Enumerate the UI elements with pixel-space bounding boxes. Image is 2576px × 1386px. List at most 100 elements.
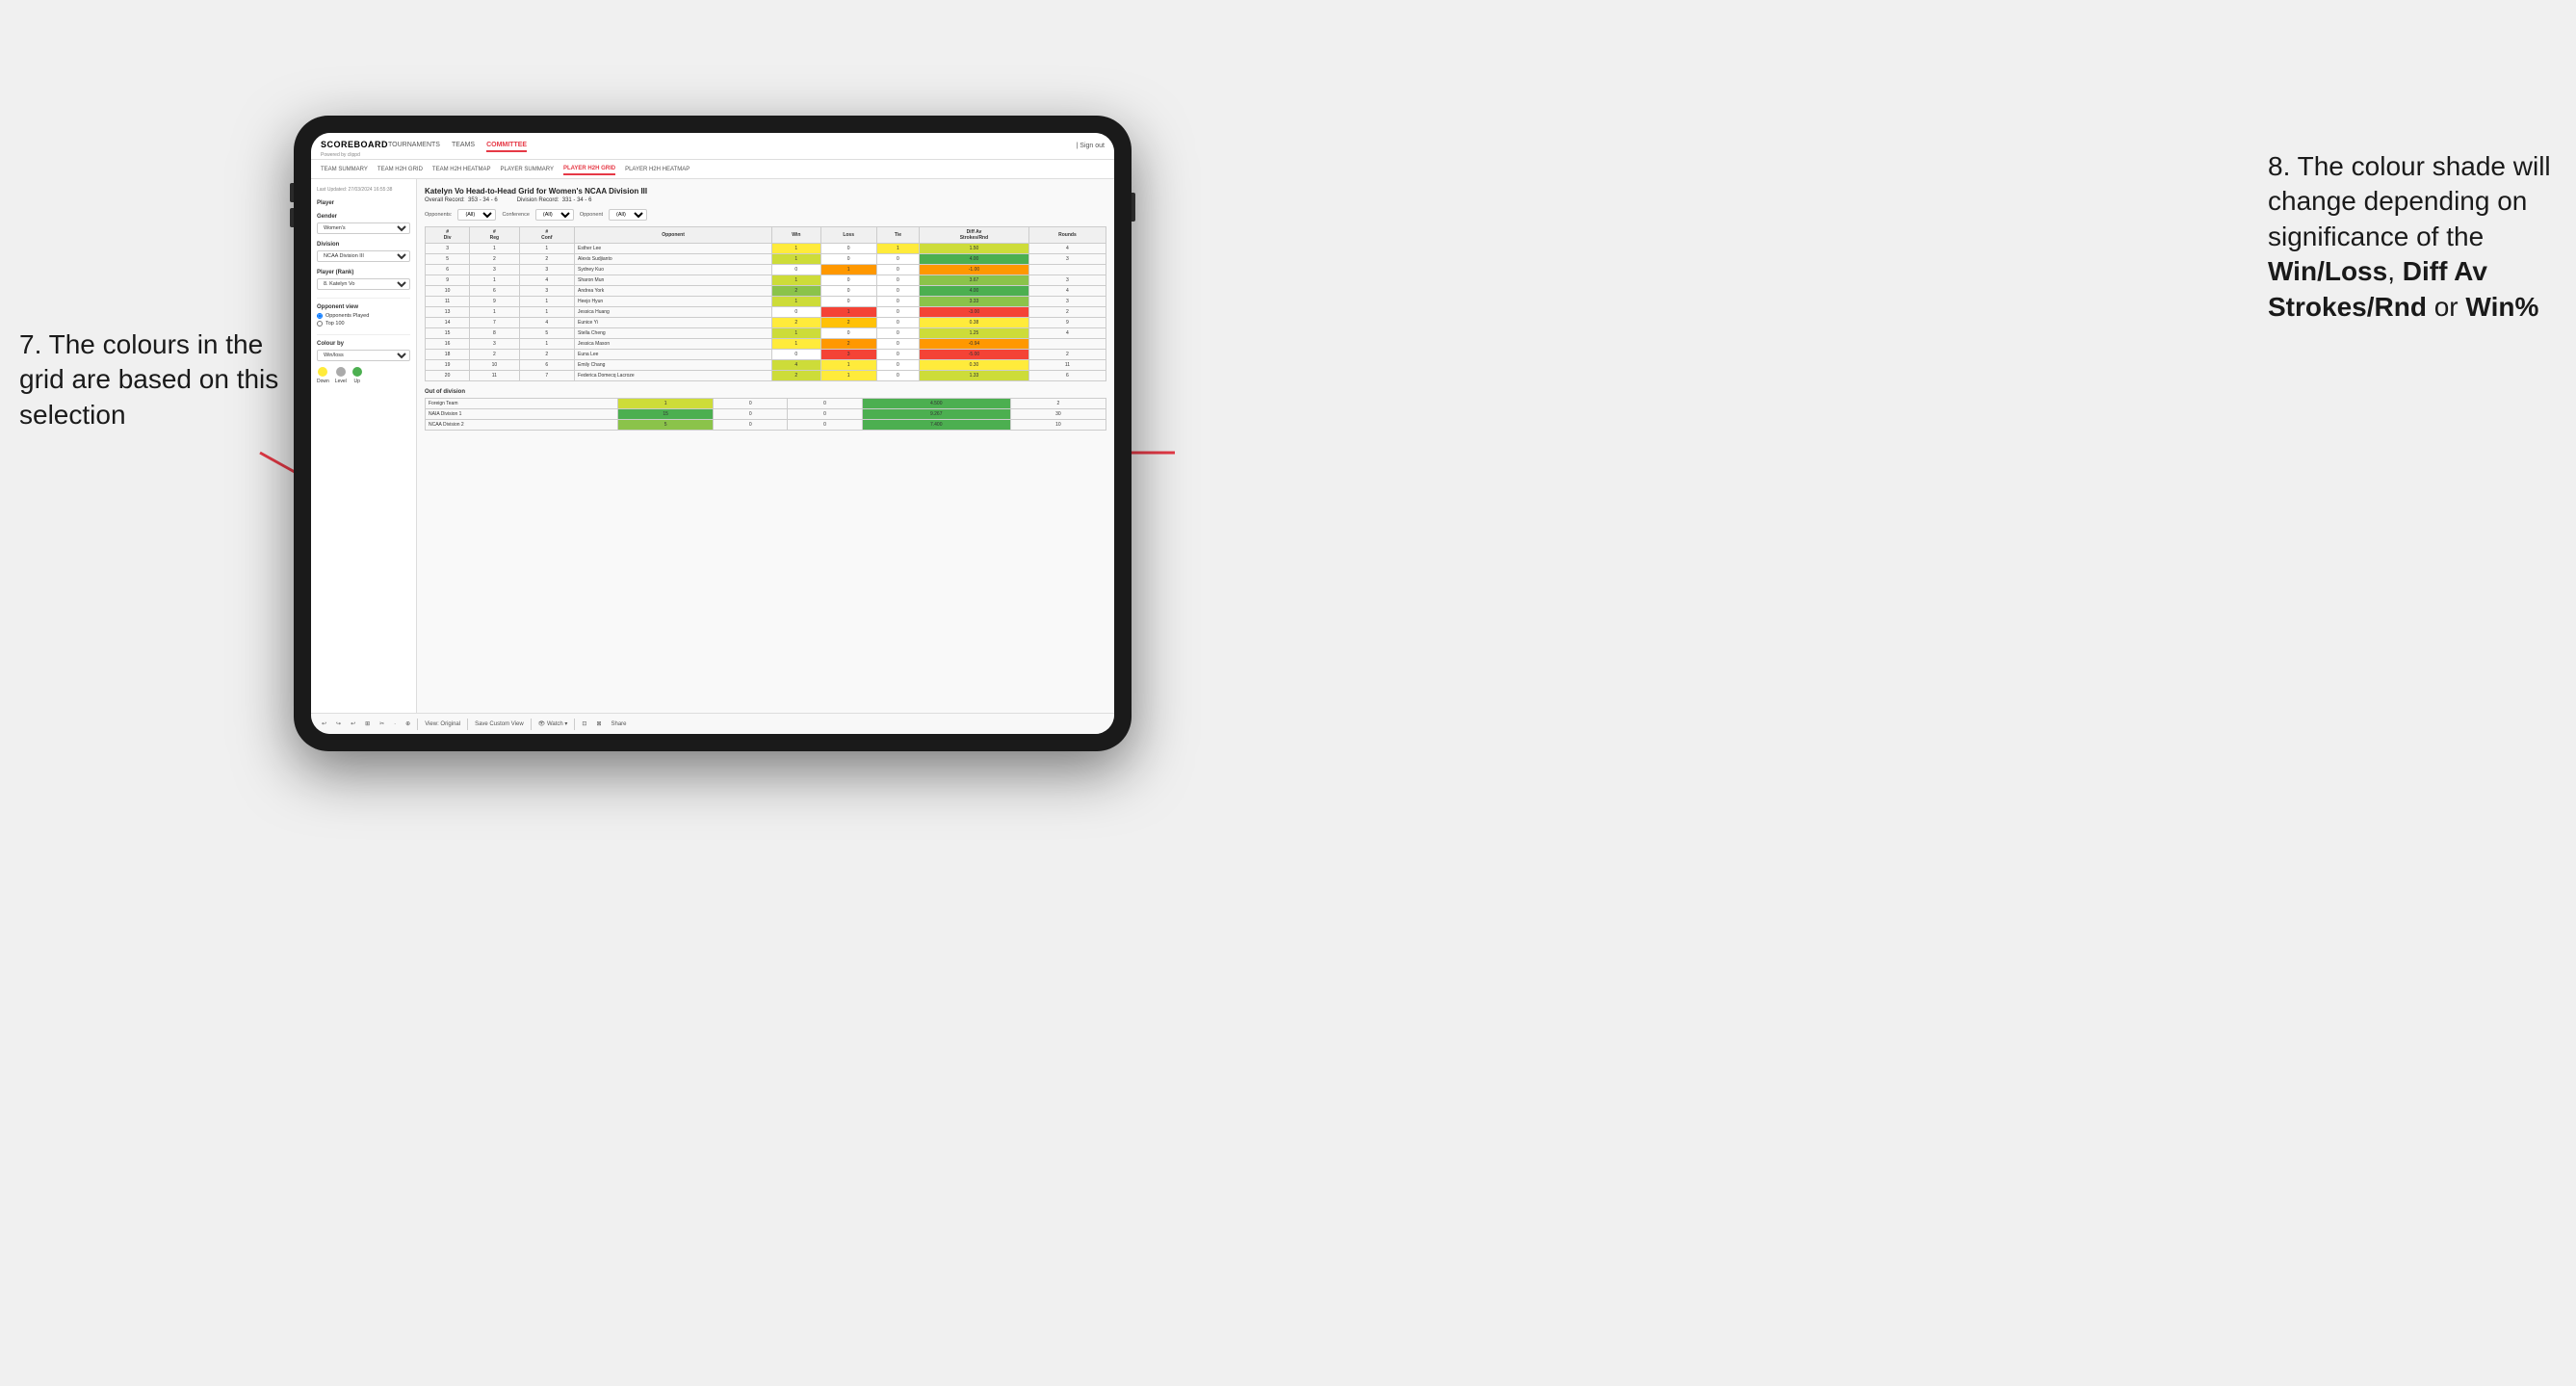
grid-area: Katelyn Vo Head-to-Head Grid for Women's… — [417, 179, 1114, 713]
toolbar-clock[interactable]: ⊕ — [403, 719, 413, 728]
cell-conf: 2 — [519, 350, 574, 360]
sidebar-colour-select[interactable]: Win/loss — [317, 350, 410, 361]
ood-table-row: Foreign Team 1 0 0 4.500 2 — [426, 399, 1106, 409]
cell-loss: 0 — [820, 254, 876, 265]
filter-opponents-select[interactable]: (All) — [457, 209, 496, 221]
volume-up-button[interactable] — [290, 183, 294, 202]
sidebar-player-rank-select[interactable]: 8. Katelyn Vo — [317, 278, 410, 290]
cell-win: 1 — [772, 244, 820, 254]
sub-nav: TEAM SUMMARY TEAM H2H GRID TEAM H2H HEAT… — [311, 160, 1114, 179]
cell-loss: 1 — [820, 265, 876, 275]
filter-conference-select[interactable]: (All) — [535, 209, 574, 221]
cell-name: Heejo Hyun — [575, 297, 772, 307]
toolbar-icon1[interactable]: ⊡ — [579, 719, 589, 728]
cell-loss: 0 — [820, 328, 876, 339]
toolbar-redo1[interactable]: ↪ — [333, 719, 344, 728]
radio-opponents-played[interactable] — [317, 313, 323, 319]
cell-loss: 1 — [820, 371, 876, 381]
cell-loss: 0 — [820, 275, 876, 286]
tab-player-h2h-heatmap[interactable]: PLAYER H2H HEATMAP — [625, 165, 690, 174]
tab-team-h2h-grid[interactable]: TEAM H2H GRID — [377, 165, 423, 174]
nav-tournaments[interactable]: TOURNAMENTS — [388, 140, 440, 152]
ood-cell-win: 15 — [618, 409, 714, 420]
toolbar-redo2[interactable]: ↩ — [348, 719, 358, 728]
toolbar-view-original[interactable]: View: Original — [422, 720, 463, 728]
nav-sign-out[interactable]: | Sign out — [1077, 143, 1105, 149]
toolbar-share[interactable]: Share — [608, 720, 629, 728]
sidebar-radio-played[interactable]: Opponents Played — [317, 313, 410, 319]
bottom-toolbar: ↩ ↪ ↩ ⊞ ✂ · ⊕ View: Original Save Custom… — [311, 713, 1114, 734]
toolbar-grid[interactable]: ⊞ — [362, 719, 373, 728]
colour-label-up: Up — [354, 379, 360, 384]
table-row: 20 11 7 Federica Domecq Lacroze 2 1 0 1.… — [426, 371, 1106, 381]
ood-cell-diff: 7.400 — [862, 420, 1010, 431]
cell-conf: 1 — [519, 244, 574, 254]
cell-reg: 11 — [470, 371, 519, 381]
tab-team-summary[interactable]: TEAM SUMMARY — [321, 165, 368, 174]
cell-tie: 1 — [876, 244, 919, 254]
cell-tie: 0 — [876, 265, 919, 275]
tab-team-h2h-heatmap[interactable]: TEAM H2H HEATMAP — [432, 165, 491, 174]
sidebar-radio-top100[interactable]: Top 100 — [317, 321, 410, 327]
nav-committee[interactable]: COMMITTEE — [486, 140, 527, 152]
radio-top100[interactable] — [317, 321, 323, 327]
cell-conf: 3 — [519, 265, 574, 275]
cell-conf: 3 — [519, 286, 574, 297]
table-row: 18 2 2 Euna Lee 0 3 0 -5.00 2 — [426, 350, 1106, 360]
sidebar-gender-select[interactable]: Women's — [317, 222, 410, 234]
cell-loss: 1 — [820, 307, 876, 318]
tab-player-h2h-grid[interactable]: PLAYER H2H GRID — [563, 164, 615, 175]
sidebar-division-label: Division — [317, 242, 410, 248]
toolbar-watch[interactable]: 👁 Watch ▾ — [535, 719, 571, 728]
cell-tie: 0 — [876, 297, 919, 307]
power-button[interactable] — [1132, 193, 1135, 222]
ood-cell-rounds: 30 — [1010, 409, 1106, 420]
ood-cell-name: NAIA Division 1 — [426, 409, 618, 420]
cell-diff: -3.00 — [920, 307, 1029, 318]
toolbar-save-custom-view[interactable]: Save Custom View — [472, 720, 527, 728]
tab-player-summary[interactable]: PLAYER SUMMARY — [500, 165, 553, 174]
out-of-division-header: Out of division — [425, 389, 1106, 395]
filter-row: Opponents: (All) Conference (All) Oppone… — [425, 209, 1106, 221]
cell-conf: 6 — [519, 360, 574, 371]
ood-cell-win: 5 — [618, 420, 714, 431]
filter-opponents-label: Opponents: — [425, 212, 452, 218]
sidebar-player-rank-label: Player (Rank) — [317, 270, 410, 275]
cell-tie: 0 — [876, 286, 919, 297]
tablet-screen: SCOREBOARD Powered by clippd TOURNAMENTS… — [311, 133, 1114, 734]
cell-reg: 1 — [470, 244, 519, 254]
table-row: 14 7 4 Eunice Yi 2 2 0 0.38 9 — [426, 318, 1106, 328]
annotation-left: 7. The colours in the grid are based on … — [19, 327, 289, 432]
cell-conf: 1 — [519, 339, 574, 350]
cell-conf: 1 — [519, 307, 574, 318]
cell-win: 2 — [772, 371, 820, 381]
toolbar-undo[interactable]: ↩ — [319, 719, 329, 728]
cell-name: Sydney Kuo — [575, 265, 772, 275]
overall-record: Overall Record: 353 - 34 - 6 — [425, 197, 498, 203]
col-diff: Diff AvStrokes/Rnd — [920, 227, 1029, 244]
toolbar-dot[interactable]: · — [391, 720, 399, 728]
sidebar-division-select[interactable]: NCAA Division III — [317, 250, 410, 262]
toolbar-cut[interactable]: ✂ — [377, 719, 387, 728]
ood-cell-loss: 0 — [714, 399, 788, 409]
ood-cell-win: 1 — [618, 399, 714, 409]
cell-diff: 4.00 — [920, 254, 1029, 265]
nav-teams[interactable]: TEAMS — [452, 140, 475, 152]
cell-div: 5 — [426, 254, 470, 265]
sidebar-gender-section: Gender Women's — [317, 214, 410, 234]
cell-diff: 3.67 — [920, 275, 1029, 286]
cell-win: 0 — [772, 307, 820, 318]
filter-opponent-select[interactable]: (All) — [609, 209, 647, 221]
cell-reg: 9 — [470, 297, 519, 307]
cell-loss: 0 — [820, 244, 876, 254]
cell-conf: 7 — [519, 371, 574, 381]
cell-tie: 0 — [876, 360, 919, 371]
toolbar-sep2 — [467, 719, 468, 730]
colour-dot-up — [352, 367, 362, 377]
cell-div: 19 — [426, 360, 470, 371]
toolbar-icon2[interactable]: ⊠ — [593, 719, 604, 728]
volume-down-button[interactable] — [290, 208, 294, 227]
cell-div: 14 — [426, 318, 470, 328]
cell-tie: 0 — [876, 371, 919, 381]
division-record: Division Record: 331 - 34 - 6 — [517, 197, 592, 203]
